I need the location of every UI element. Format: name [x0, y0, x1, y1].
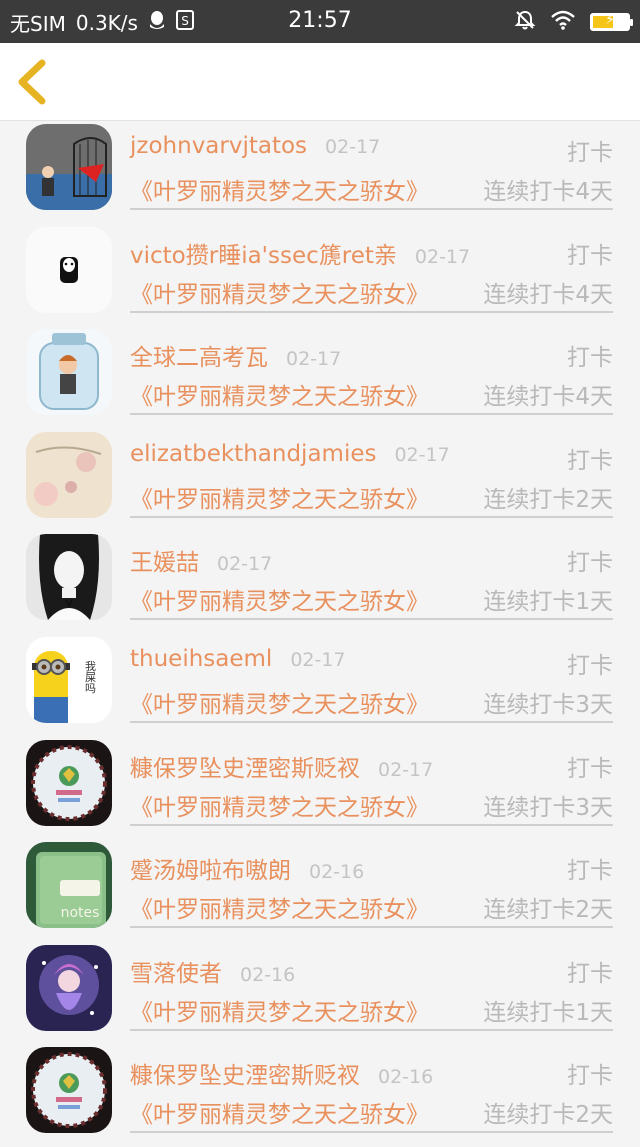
- book-title[interactable]: 《叶罗丽精灵梦之天之骄女》: [130, 1095, 429, 1129]
- entry-info: victo攒r睡ia'ssec篪ret亲 02-17 打卡 《叶罗丽精灵梦之天之骄…: [130, 224, 613, 313]
- avatar[interactable]: [26, 431, 112, 518]
- streak-count: 连续打卡2天: [483, 486, 613, 513]
- avatar[interactable]: [26, 739, 112, 826]
- book-title[interactable]: 《叶罗丽精灵梦之天之骄女》: [130, 377, 429, 411]
- list-item[interactable]: 王媛喆 02-17 打卡 《叶罗丽精灵梦之天之骄女》 连续打卡1天: [0, 531, 640, 634]
- user-name: 全球二高考瓦: [130, 345, 268, 372]
- checkin-label: 打卡: [567, 755, 613, 782]
- status-right: ⚡: [514, 9, 633, 35]
- list-item[interactable]: 我屎吗 thueihsaeml 02-17 打卡 《叶罗丽精灵梦之天之骄女》 连续…: [0, 634, 640, 737]
- book-title[interactable]: 《叶罗丽精灵梦之天之骄女》: [130, 172, 429, 206]
- list-item[interactable]: 糠保罗坠史湮密斯贬衩 02-17 打卡 《叶罗丽精灵梦之天之骄女》 连续打卡3天: [0, 737, 640, 840]
- user-name: 王媛喆: [130, 550, 199, 577]
- list-item[interactable]: jzohnvarvjtatos 02-17 打卡 《叶罗丽精灵梦之天之骄女》 连续…: [0, 121, 640, 224]
- entry-info: elizatbekthandjamies 02-17 打卡 《叶罗丽精灵梦之天之骄…: [130, 429, 613, 518]
- status-bar: 无SIM 0.3K/s S 21:57 ⚡: [0, 0, 640, 43]
- book-title[interactable]: 《叶罗丽精灵梦之天之骄女》: [130, 275, 429, 309]
- streak-count: 连续打卡2天: [483, 897, 613, 924]
- checkin-label: 打卡: [567, 345, 613, 372]
- checkin-label: 打卡: [567, 242, 613, 269]
- entry-date: 02-17: [217, 553, 273, 576]
- checkin-label: 打卡: [567, 1063, 613, 1090]
- streak-count: 连续打卡1天: [483, 589, 613, 616]
- entry-info: 蹙汤姆啦布嗷朗 02-16 打卡 《叶罗丽精灵梦之天之骄女》 连续打卡2天: [130, 839, 613, 929]
- entry-info: 糠保罗坠史湮密斯贬衩 02-17 打卡 《叶罗丽精灵梦之天之骄女》 连续打卡3天: [130, 737, 613, 826]
- user-name: jzohnvarvjtatos: [130, 133, 308, 159]
- avatar[interactable]: [26, 1047, 112, 1134]
- checkin-label: 打卡: [567, 140, 613, 166]
- list-item[interactable]: 糠保罗坠史湮密斯贬衩 02-16 打卡 《叶罗丽精灵梦之天之骄女》 连续打卡2天: [0, 1044, 640, 1147]
- list-item[interactable]: victo攒r睡ia'ssec篪ret亲 02-17 打卡 《叶罗丽精灵梦之天之骄…: [0, 224, 640, 327]
- back-button[interactable]: [12, 57, 56, 107]
- chevron-left-icon: [18, 59, 46, 105]
- entry-date: 02-16: [240, 963, 296, 986]
- entry-info: jzohnvarvjtatos 02-17 打卡 《叶罗丽精灵梦之天之骄女》 连续…: [130, 121, 613, 210]
- nav-bar: [0, 43, 640, 121]
- avatar[interactable]: notes: [26, 842, 112, 929]
- avatar[interactable]: 我屎吗: [26, 636, 112, 723]
- streak-count: 连续打卡1天: [483, 999, 613, 1026]
- user-name: victo攒r睡ia'ssec篪ret亲: [130, 242, 397, 269]
- entry-date: 02-16: [309, 861, 365, 884]
- entry-info: 全球二高考瓦 02-17 打卡 《叶罗丽精灵梦之天之骄女》 连续打卡4天: [130, 326, 613, 416]
- list-item[interactable]: elizatbekthandjamies 02-17 打卡 《叶罗丽精灵梦之天之骄…: [0, 429, 640, 532]
- battery-charging-icon: ⚡: [590, 12, 633, 31]
- book-title[interactable]: 《叶罗丽精灵梦之天之骄女》: [130, 582, 429, 616]
- entry-info: 糠保罗坠史湮密斯贬衩 02-16 打卡 《叶罗丽精灵梦之天之骄女》 连续打卡2天: [130, 1044, 613, 1134]
- entry-info: thueihsaeml 02-17 打卡 《叶罗丽精灵梦之天之骄女》 连续打卡3天: [130, 634, 613, 723]
- avatar[interactable]: [26, 226, 112, 313]
- list-item[interactable]: notes 蹙汤姆啦布嗷朗 02-16 打卡 《叶罗丽精灵梦之天之骄女》 连续打卡…: [0, 839, 640, 942]
- avatar[interactable]: [26, 534, 112, 621]
- book-title[interactable]: 《叶罗丽精灵梦之天之骄女》: [130, 685, 429, 719]
- user-name: 雪落使者: [130, 960, 222, 987]
- entry-date: 02-17: [378, 758, 434, 781]
- streak-count: 连续打卡3天: [483, 691, 613, 718]
- checkin-label: 打卡: [567, 858, 613, 885]
- entry-date: 02-17: [394, 443, 450, 466]
- entry-date: 02-17: [286, 348, 342, 371]
- avatar[interactable]: [26, 329, 112, 416]
- user-name: elizatbekthandjamies: [130, 440, 377, 467]
- wifi-icon: [550, 10, 576, 34]
- streak-count: 连续打卡4天: [483, 384, 613, 411]
- checkin-label: 打卡: [567, 960, 613, 987]
- streak-count: 连续打卡4天: [483, 179, 613, 205]
- user-name: 蹙汤姆啦布嗷朗: [130, 858, 291, 885]
- book-title[interactable]: 《叶罗丽精灵梦之天之骄女》: [130, 788, 429, 822]
- streak-count: 连续打卡4天: [483, 281, 613, 308]
- minion-caption: 我屎吗: [84, 660, 97, 694]
- entry-date: 02-17: [290, 648, 346, 671]
- avatar[interactable]: [26, 944, 112, 1031]
- user-name: 糠保罗坠史湮密斯贬衩: [130, 1063, 360, 1090]
- entry-date: 02-17: [414, 245, 471, 268]
- streak-count: 连续打卡3天: [483, 794, 613, 821]
- entry-info: 雪落使者 02-16 打卡 《叶罗丽精灵梦之天之骄女》 连续打卡1天: [130, 942, 613, 1031]
- list-item[interactable]: 全球二高考瓦 02-17 打卡 《叶罗丽精灵梦之天之骄女》 连续打卡4天: [0, 326, 640, 429]
- checkin-label: 打卡: [567, 447, 613, 474]
- user-name: 糠保罗坠史湮密斯贬衩: [130, 755, 360, 782]
- entry-info: 王媛喆 02-17 打卡 《叶罗丽精灵梦之天之骄女》 连续打卡1天: [130, 531, 613, 621]
- list-item[interactable]: 雪落使者 02-16 打卡 《叶罗丽精灵梦之天之骄女》 连续打卡1天: [0, 942, 640, 1045]
- book-title[interactable]: 《叶罗丽精灵梦之天之骄女》: [130, 480, 429, 514]
- entry-date: 02-17: [325, 136, 381, 158]
- book-title[interactable]: 《叶罗丽精灵梦之天之骄女》: [130, 993, 429, 1027]
- bell-off-icon: [514, 9, 536, 35]
- checkin-list: jzohnvarvjtatos 02-17 打卡 《叶罗丽精灵梦之天之骄女》 连续…: [0, 121, 640, 1147]
- user-name: thueihsaeml: [130, 645, 273, 672]
- checkin-label: 打卡: [567, 550, 613, 577]
- book-title[interactable]: 《叶罗丽精灵梦之天之骄女》: [130, 890, 429, 924]
- avatar[interactable]: [26, 124, 112, 210]
- streak-count: 连续打卡2天: [483, 1102, 613, 1129]
- checkin-label: 打卡: [567, 652, 613, 679]
- entry-date: 02-16: [378, 1066, 434, 1089]
- notes-caption: notes: [61, 905, 100, 921]
